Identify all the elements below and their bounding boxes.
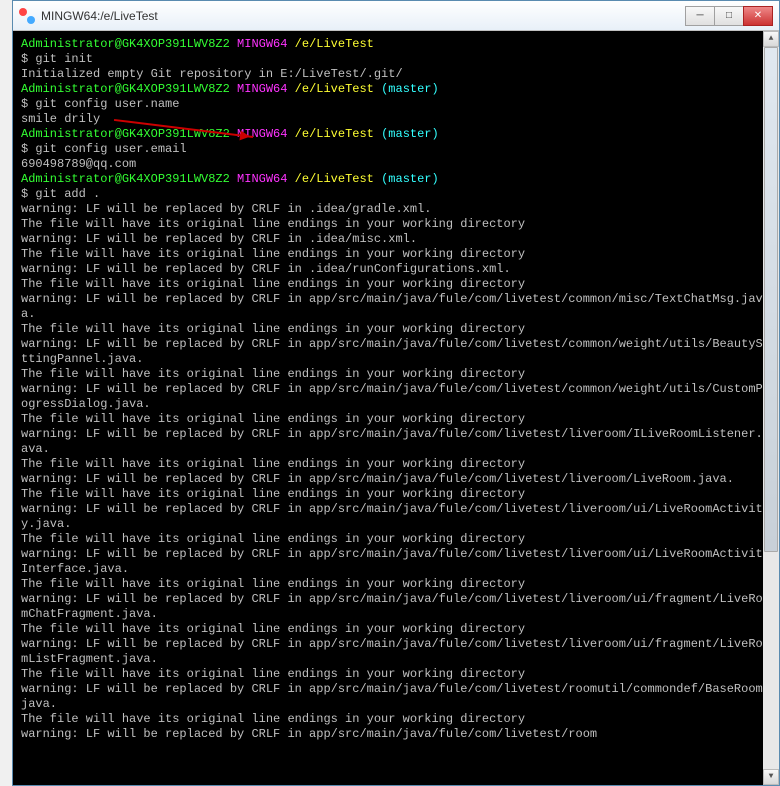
output-line: warning: LF will be replaced by CRLF in … [21, 682, 771, 712]
output-line: warning: LF will be replaced by CRLF in … [21, 292, 771, 322]
prompt-line: Administrator@GK4XOP391LWV8Z2 MINGW64 /e… [21, 172, 771, 187]
prompt-user: Administrator@GK4XOP391LWV8Z2 [21, 127, 230, 141]
command-line: $ git init [21, 52, 771, 67]
scrollbar-thumb[interactable] [764, 47, 778, 552]
output-line: The file will have its original line end… [21, 412, 771, 427]
output-line: warning: LF will be replaced by CRLF in … [21, 202, 771, 217]
command-line: $ git config user.name [21, 97, 771, 112]
prompt-branch: (master) [381, 172, 439, 186]
output-line: warning: LF will be replaced by CRLF in … [21, 592, 771, 622]
output-line: 690498789@qq.com [21, 157, 771, 172]
prompt-shell: MINGW64 [237, 127, 287, 141]
output-line: Initialized empty Git repository in E:/L… [21, 67, 771, 82]
prompt-shell: MINGW64 [237, 82, 287, 96]
output-line: The file will have its original line end… [21, 487, 771, 502]
output-line: smile drily [21, 112, 771, 127]
output-line: warning: LF will be replaced by CRLF in … [21, 547, 771, 577]
scrollbar: ▲ ▼ [763, 31, 779, 785]
output-line: warning: LF will be replaced by CRLF in … [21, 472, 771, 487]
output-line: The file will have its original line end… [21, 367, 771, 382]
prompt-path: /e/LiveTest [295, 82, 374, 96]
prompt-line: Administrator@GK4XOP391LWV8Z2 MINGW64 /e… [21, 37, 771, 52]
prompt-shell: MINGW64 [237, 37, 287, 51]
titlebar[interactable]: MINGW64:/e/LiveTest ─ □ ✕ [13, 1, 779, 31]
output-line: warning: LF will be replaced by CRLF in … [21, 337, 771, 367]
output-line: warning: LF will be replaced by CRLF in … [21, 427, 771, 457]
prompt-user: Administrator@GK4XOP391LWV8Z2 [21, 37, 230, 51]
output-line: warning: LF will be replaced by CRLF in … [21, 637, 771, 667]
prompt-path: /e/LiveTest [295, 172, 374, 186]
output-line: warning: LF will be replaced by CRLF in … [21, 382, 771, 412]
prompt-line: Administrator@GK4XOP391LWV8Z2 MINGW64 /e… [21, 127, 771, 142]
output-line: warning: LF will be replaced by CRLF in … [21, 262, 771, 277]
output-line: The file will have its original line end… [21, 532, 771, 547]
scroll-down-button[interactable]: ▼ [763, 769, 779, 785]
output-line: The file will have its original line end… [21, 247, 771, 262]
output-line: The file will have its original line end… [21, 457, 771, 472]
scrollbar-track[interactable] [763, 47, 779, 769]
scroll-up-button[interactable]: ▲ [763, 31, 779, 47]
prompt-line: Administrator@GK4XOP391LWV8Z2 MINGW64 /e… [21, 82, 771, 97]
output-line: The file will have its original line end… [21, 577, 771, 592]
output-line: The file will have its original line end… [21, 217, 771, 232]
prompt-branch: (master) [381, 82, 439, 96]
terminal-window: MINGW64:/e/LiveTest ─ □ ✕ Administrator@… [12, 0, 780, 786]
window-title: MINGW64:/e/LiveTest [41, 9, 158, 23]
window-controls: ─ □ ✕ [685, 6, 773, 26]
app-icon [19, 8, 35, 24]
prompt-path: /e/LiveTest [295, 37, 374, 51]
prompt-shell: MINGW64 [237, 172, 287, 186]
command-line: $ git add . [21, 187, 771, 202]
output-line: The file will have its original line end… [21, 622, 771, 637]
close-button[interactable]: ✕ [743, 6, 773, 26]
prompt-path: /e/LiveTest [295, 127, 374, 141]
output-line: The file will have its original line end… [21, 712, 771, 727]
output-line: The file will have its original line end… [21, 667, 771, 682]
output-line: The file will have its original line end… [21, 277, 771, 292]
output-line: warning: LF will be replaced by CRLF in … [21, 502, 771, 532]
command-line: $ git config user.email [21, 142, 771, 157]
maximize-button[interactable]: □ [714, 6, 744, 26]
terminal-body[interactable]: Administrator@GK4XOP391LWV8Z2 MINGW64 /e… [13, 31, 779, 785]
output-line: The file will have its original line end… [21, 322, 771, 337]
prompt-user: Administrator@GK4XOP391LWV8Z2 [21, 172, 230, 186]
prompt-branch: (master) [381, 127, 439, 141]
prompt-user: Administrator@GK4XOP391LWV8Z2 [21, 82, 230, 96]
output-line: warning: LF will be replaced by CRLF in … [21, 727, 771, 742]
minimize-button[interactable]: ─ [685, 6, 715, 26]
output-line: warning: LF will be replaced by CRLF in … [21, 232, 771, 247]
